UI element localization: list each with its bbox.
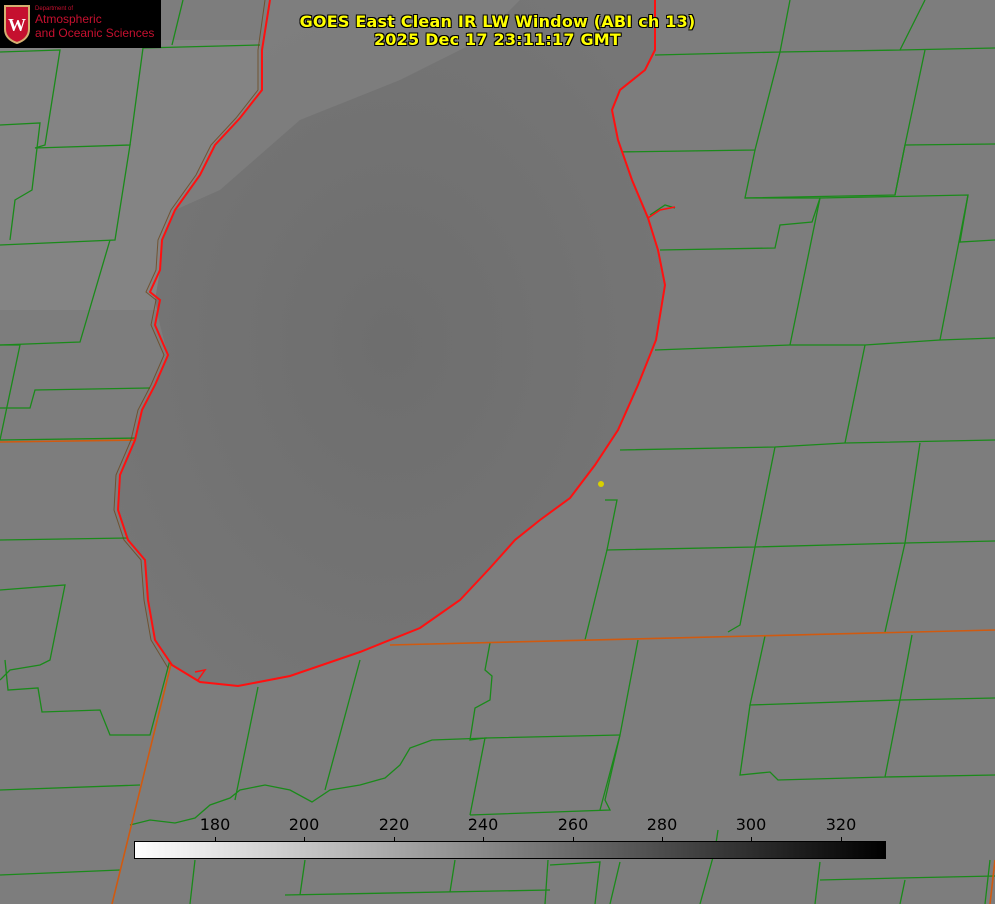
colorbar-tick xyxy=(483,837,484,842)
image-title: GOES East Clean IR LW Window (ABI ch 13) xyxy=(299,12,696,31)
colorbar-tick-label: 180 xyxy=(199,815,231,834)
colorbar-tick-label: 200 xyxy=(288,815,320,834)
colorbar-tick xyxy=(841,837,842,842)
colorbar-tick xyxy=(215,837,216,842)
satellite-map xyxy=(0,0,995,904)
colorbar-tick-label: 240 xyxy=(467,815,499,834)
colorbar-tick-label: 260 xyxy=(557,815,589,834)
logo-line2: and Oceanic Sciences xyxy=(35,25,155,40)
colorbar-tick xyxy=(662,837,663,842)
colorbar-tick-label: 300 xyxy=(735,815,767,834)
uw-aos-logo: W Department of Atmospheric and Oceanic … xyxy=(0,0,161,48)
uw-crest-icon: W xyxy=(4,5,30,45)
colorbar-gradient xyxy=(134,841,886,859)
colorbar-tick xyxy=(751,837,752,842)
colorbar-tick-label: 220 xyxy=(378,815,410,834)
logo-line1: Atmospheric xyxy=(35,11,102,26)
colorbar-tick xyxy=(304,837,305,842)
station-marker xyxy=(598,481,604,487)
colorbar-tick xyxy=(573,837,574,842)
colorbar-tick-label: 320 xyxy=(825,815,857,834)
colorbar-tick-label: 280 xyxy=(646,815,678,834)
image-timestamp: 2025 Dec 17 23:11:17 GMT xyxy=(373,30,622,49)
svg-text:W: W xyxy=(8,15,26,35)
colorbar-tick xyxy=(394,837,395,842)
